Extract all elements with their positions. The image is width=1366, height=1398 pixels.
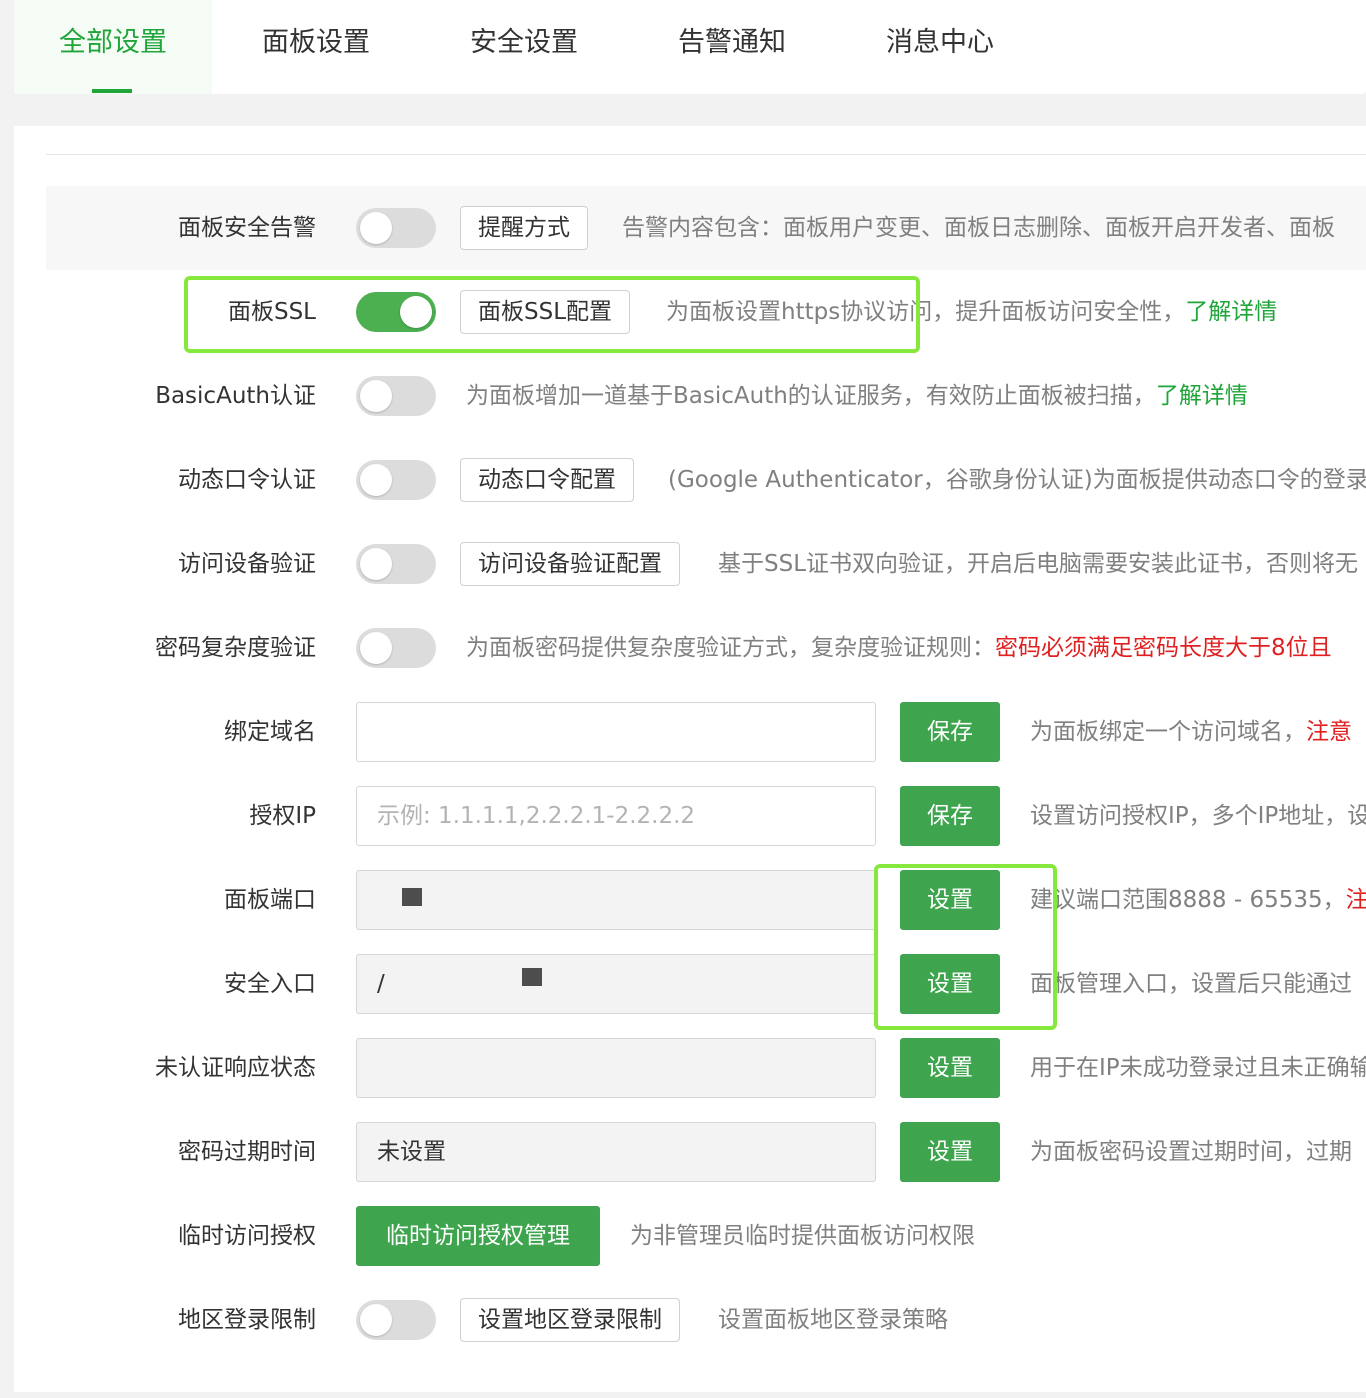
row-basicauth: BasicAuth认证 为面板增加一道基于BasicAuth的认证服务，有效防止… bbox=[0, 354, 1366, 438]
row-device-verification: 访问设备验证 访问设备验证配置 基于SSL证书双向验证，开启后电脑需要安装此证书… bbox=[0, 522, 1366, 606]
row-description: 建议端口范围8888 - 65535，注 bbox=[1030, 858, 1366, 942]
tab-security-settings[interactable]: 安全设置 bbox=[420, 0, 628, 94]
tab-message-center[interactable]: 消息中心 bbox=[836, 0, 1044, 94]
row-unauth-response: 未认证响应状态 设置 用于在IP未成功登录过且未正确输 bbox=[0, 1026, 1366, 1110]
row-bind-domain: 绑定域名 保存 为面板绑定一个访问域名，注意 bbox=[0, 690, 1366, 774]
row-security-entry: 安全入口 / 设置 面板管理入口，设置后只能通过 bbox=[0, 942, 1366, 1026]
password-complexity-toggle[interactable] bbox=[356, 628, 436, 668]
row-label: 安全入口 bbox=[224, 971, 316, 997]
alert-method-button[interactable]: 提醒方式 bbox=[460, 206, 588, 250]
row-label: 绑定域名 bbox=[224, 719, 316, 745]
highlight-box-ssl bbox=[184, 276, 920, 353]
description-text: 建议端口范围8888 - 65535， bbox=[1030, 887, 1346, 913]
save-domain-button[interactable]: 保存 bbox=[900, 702, 1000, 762]
row-label: 授权IP bbox=[249, 803, 316, 829]
panel-port-field[interactable] bbox=[356, 870, 876, 930]
row-label: 地区登录限制 bbox=[178, 1307, 316, 1333]
toggle-knob bbox=[360, 464, 392, 496]
warning-text: 注意 bbox=[1306, 719, 1352, 745]
row-region-login-limit: 地区登录限制 设置地区登录限制 设置面板地区登录策略 bbox=[0, 1278, 1366, 1362]
row-label: BasicAuth认证 bbox=[155, 383, 316, 409]
row-label: 临时访问授权 bbox=[178, 1223, 316, 1249]
save-ip-button[interactable]: 保存 bbox=[900, 786, 1000, 846]
warning-text: 注 bbox=[1345, 887, 1366, 913]
tab-all-settings[interactable]: 全部设置 bbox=[14, 0, 212, 94]
description-text: 为面板增加一道基于BasicAuth的认证服务，有效防止面板被扫描， bbox=[466, 383, 1156, 409]
tab-panel-settings[interactable]: 面板设置 bbox=[212, 0, 420, 94]
learn-more-link[interactable]: 了解详情 bbox=[1185, 299, 1277, 325]
row-authorized-ip: 授权IP 保存 设置访问授权IP，多个IP地址，设 bbox=[0, 774, 1366, 858]
row-label: 面板端口 bbox=[224, 887, 316, 913]
learn-more-link[interactable]: 了解详情 bbox=[1156, 383, 1248, 409]
row-description: 为面板密码提供复杂度验证方式，复杂度验证规则：密码必须满足密码长度大于8位且 bbox=[466, 606, 1332, 690]
toggle-knob bbox=[360, 380, 392, 412]
region-limit-toggle[interactable] bbox=[356, 1300, 436, 1340]
row-description: 设置访问授权IP，多个IP地址，设 bbox=[1030, 803, 1366, 829]
active-tab-indicator bbox=[92, 89, 132, 93]
row-totp: 动态口令认证 动态口令配置 (Google Authenticator，谷歌身份… bbox=[0, 438, 1366, 522]
device-verification-toggle[interactable] bbox=[356, 544, 436, 584]
totp-toggle[interactable] bbox=[356, 460, 436, 500]
row-label: 密码过期时间 bbox=[178, 1139, 316, 1165]
device-verification-config-button[interactable]: 访问设备验证配置 bbox=[460, 542, 680, 586]
row-description: 用于在IP未成功登录过且未正确输 bbox=[1030, 1055, 1366, 1081]
entry-path-prefix: / bbox=[377, 971, 385, 997]
row-label: 动态口令认证 bbox=[178, 467, 316, 493]
row-label: 面板安全告警 bbox=[178, 215, 316, 241]
row-password-expiry: 密码过期时间 未设置 设置 为面板密码设置过期时间，过期 bbox=[0, 1110, 1366, 1194]
toggle-knob bbox=[360, 548, 392, 580]
warning-text: 密码必须满足密码长度大于8位且 bbox=[995, 635, 1332, 661]
row-description: 为非管理员临时提供面板访问权限 bbox=[630, 1223, 975, 1249]
region-limit-config-button[interactable]: 设置地区登录限制 bbox=[460, 1298, 680, 1342]
row-description: 为面板密码设置过期时间，过期 bbox=[1030, 1139, 1352, 1165]
row-label: 访问设备验证 bbox=[178, 551, 316, 577]
row-panel-port: 面板端口 设置 建议端口范围8888 - 65535，注 bbox=[0, 858, 1366, 942]
row-label: 密码复杂度验证 bbox=[155, 635, 316, 661]
row-description: (Google Authenticator，谷歌身份认证)为面板提供动态口令的登… bbox=[668, 467, 1366, 493]
redacted-value bbox=[402, 888, 422, 906]
section-divider bbox=[46, 154, 1366, 155]
tab-alert-notification[interactable]: 告警通知 bbox=[628, 0, 836, 94]
toggle-knob bbox=[360, 1304, 392, 1336]
row-password-complexity: 密码复杂度验证 为面板密码提供复杂度验证方式，复杂度验证规则：密码必须满足密码长… bbox=[0, 606, 1366, 690]
row-label: 未认证响应状态 bbox=[155, 1055, 316, 1081]
unauth-response-field[interactable] bbox=[356, 1038, 876, 1098]
description-text: 为面板密码提供复杂度验证方式，复杂度验证规则： bbox=[466, 635, 995, 661]
row-description: 设置面板地区登录策略 bbox=[718, 1307, 948, 1333]
row-temp-access: 临时访问授权 临时访问授权管理 为非管理员临时提供面板访问权限 bbox=[0, 1194, 1366, 1278]
redacted-value bbox=[522, 968, 542, 986]
row-description: 为面板绑定一个访问域名，注意 bbox=[1030, 690, 1352, 774]
row-panel-security-alert: 面板安全告警 提醒方式 告警内容包含：面板用户变更、面板日志删除、面板开启开发者… bbox=[0, 186, 1366, 270]
temp-access-manage-button[interactable]: 临时访问授权管理 bbox=[356, 1206, 600, 1266]
domain-input[interactable] bbox=[356, 702, 876, 762]
authorized-ip-input[interactable] bbox=[356, 786, 876, 846]
row-description: 为面板增加一道基于BasicAuth的认证服务，有效防止面板被扫描，了解详情 bbox=[466, 354, 1248, 438]
description-text: 为面板绑定一个访问域名， bbox=[1030, 719, 1306, 745]
toggle-knob bbox=[360, 212, 392, 244]
totp-config-button[interactable]: 动态口令配置 bbox=[460, 458, 634, 502]
security-alert-toggle[interactable] bbox=[356, 208, 436, 248]
set-password-expiry-button[interactable]: 设置 bbox=[900, 1122, 1000, 1182]
security-entry-field[interactable]: / bbox=[356, 954, 876, 1014]
row-description: 基于SSL证书双向验证，开启后电脑需要安装此证书，否则将无 bbox=[718, 551, 1359, 577]
basicauth-toggle[interactable] bbox=[356, 376, 436, 416]
row-description: 面板管理入口，设置后只能通过 bbox=[1030, 971, 1352, 997]
toggle-knob bbox=[360, 632, 392, 664]
password-expiry-field[interactable]: 未设置 bbox=[356, 1122, 876, 1182]
highlight-box-port-entry bbox=[874, 864, 1057, 1030]
row-description: 告警内容包含：面板用户变更、面板日志删除、面板开启开发者、面板 bbox=[622, 215, 1335, 241]
set-unauth-response-button[interactable]: 设置 bbox=[900, 1038, 1000, 1098]
